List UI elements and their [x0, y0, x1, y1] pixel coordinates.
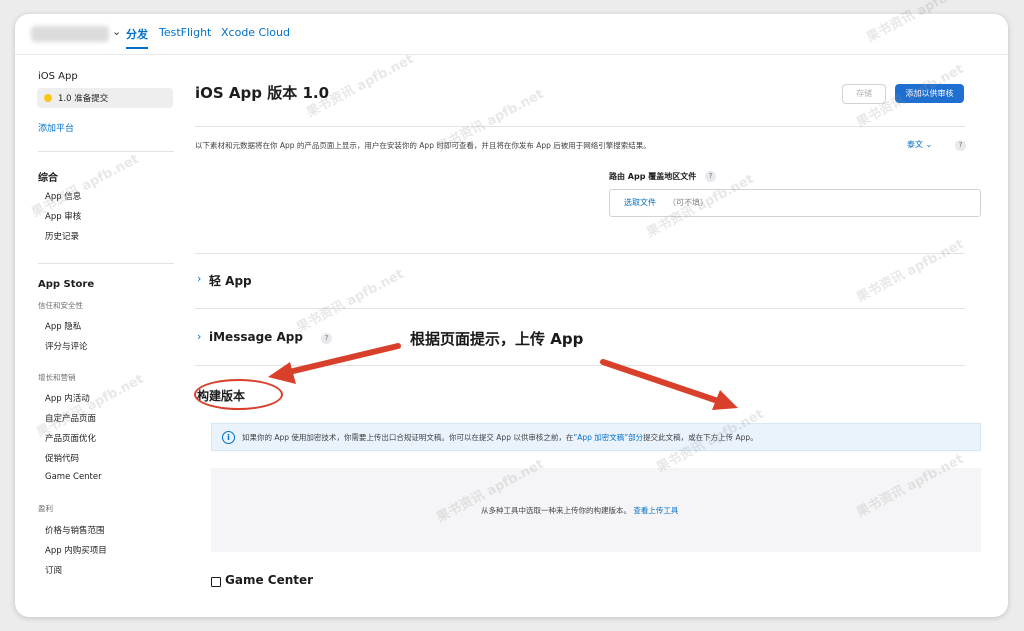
encryption-docs-link[interactable]: “App 加密文稿”部分 — [573, 433, 643, 442]
section-imessage-app[interactable]: iMessage App — [209, 330, 303, 344]
upload-build-area: 从多种工具中选取一种来上传你的构建版本。 查看上传工具 — [211, 468, 981, 552]
language-select[interactable]: 泰文 ⌄ — [907, 139, 932, 150]
info-text-pre: 如果你的 App 使用加密技术，你需要上传出口合规证明文稿。你可以在提交 App… — [242, 433, 574, 442]
route-file-label: 路由 App 覆盖地区文件 — [609, 172, 697, 181]
chevron-right-icon[interactable]: › — [197, 330, 201, 343]
sidebar-divider — [38, 151, 174, 152]
annotation-oval — [194, 379, 283, 410]
choose-file-link[interactable]: 选取文件 — [624, 197, 656, 208]
encryption-info-banner: i 如果你的 App 使用加密技术，你需要上传出口合规证明文稿。你可以在提交 A… — [211, 423, 981, 451]
divider — [195, 253, 965, 254]
chevron-down-icon[interactable]: ⌄ — [112, 25, 121, 38]
top-tab-bar: ⌄ 分发 TestFlight Xcode Cloud — [15, 14, 1008, 55]
sidebar-item-history[interactable]: 历史记录 — [45, 230, 79, 242]
game-center-checkbox[interactable] — [211, 577, 221, 587]
help-icon[interactable]: ? — [955, 140, 966, 151]
upload-hint: 从多种工具中选取一种来上传你的构建版本。 查看上传工具 — [481, 505, 678, 516]
sidebar-group-app-store: App Store — [38, 279, 95, 290]
route-file-field[interactable]: 选取文件 （可不填） — [609, 189, 981, 217]
sidebar-subgroup-monetization: 盈利 — [38, 504, 53, 513]
help-icon[interactable]: ? — [705, 171, 716, 182]
optional-hint: （可不填） — [668, 198, 708, 207]
sidebar-item-iap[interactable]: App 内购买项目 — [45, 544, 107, 556]
tab-distribution[interactable]: 分发 — [126, 26, 148, 49]
sidebar-divider — [38, 263, 174, 264]
sidebar-item-pricing[interactable]: 价格与销售范围 — [45, 524, 105, 536]
status-dot-icon — [44, 94, 52, 102]
divider — [195, 308, 965, 309]
sidebar-subgroup-growth: 增长和营销 — [38, 373, 76, 382]
view-upload-tools-link[interactable]: 查看上传工具 — [633, 506, 678, 515]
sidebar-item-game-center[interactable]: Game Center — [45, 472, 102, 482]
chevron-right-icon[interactable]: › — [197, 272, 201, 285]
divider — [195, 126, 965, 127]
sidebar-item-app-review[interactable]: App 审核 — [45, 210, 81, 222]
upload-hint-text: 从多种工具中选取一种来上传你的构建版本。 — [481, 506, 631, 515]
app-store-connect-window: ⌄ 分发 TestFlight Xcode Cloud iOS App 1.0 … — [15, 14, 1008, 617]
divider — [195, 365, 965, 366]
language-select-label: 泰文 — [907, 140, 923, 149]
sidebar-item-page-optimization[interactable]: 产品页面优化 — [45, 432, 96, 444]
sidebar-item-ratings[interactable]: 评分与评论 — [45, 340, 88, 352]
sidebar-platform-title: iOS App — [38, 71, 78, 82]
save-button[interactable]: 存储 — [842, 84, 886, 104]
add-for-review-button[interactable]: 添加以供审核 — [895, 84, 964, 103]
sidebar-version-label: 1.0 准备提交 — [58, 94, 109, 104]
tab-xcode-cloud[interactable]: Xcode Cloud — [221, 26, 290, 39]
sidebar-item-version[interactable]: 1.0 准备提交 — [37, 88, 173, 108]
sidebar-item-app-info[interactable]: App 信息 — [45, 190, 81, 202]
info-banner-text: 如果你的 App 使用加密技术，你需要上传出口合规证明文稿。你可以在提交 App… — [242, 432, 758, 443]
game-center-section-title: Game Center — [225, 573, 314, 587]
annotation-text: 根据页面提示，上传 App — [410, 330, 584, 348]
info-icon: i — [222, 431, 235, 444]
help-icon[interactable]: ? — [321, 333, 332, 344]
page-title: iOS App 版本 1.0 — [195, 84, 330, 102]
sidebar-subgroup-trust: 信任和安全性 — [38, 301, 83, 310]
sidebar: iOS App 1.0 准备提交 添加平台 综合 App 信息 App 审核 历… — [15, 54, 190, 617]
sidebar-item-promo-codes[interactable]: 促销代码 — [45, 452, 79, 464]
section-app-clip[interactable]: 轻 App — [209, 272, 252, 289]
sidebar-item-subscriptions[interactable]: 订阅 — [45, 564, 62, 576]
sidebar-item-custom-pages[interactable]: 自定产品页面 — [45, 412, 96, 424]
app-name-blurred[interactable] — [31, 26, 109, 42]
sidebar-item-app-privacy[interactable]: App 隐私 — [45, 320, 81, 332]
add-platform-link[interactable]: 添加平台 — [38, 121, 74, 134]
sidebar-item-in-app-events[interactable]: App 内活动 — [45, 392, 90, 404]
sidebar-group-general: 综合 — [38, 173, 58, 184]
metadata-description: 以下素材和元数据将在你 App 的产品页面上显示，用户在安装你的 App 时即可… — [195, 141, 651, 150]
info-text-post: 提交此文稿，或在下方上传 App。 — [643, 433, 758, 442]
tab-testflight[interactable]: TestFlight — [159, 26, 211, 39]
